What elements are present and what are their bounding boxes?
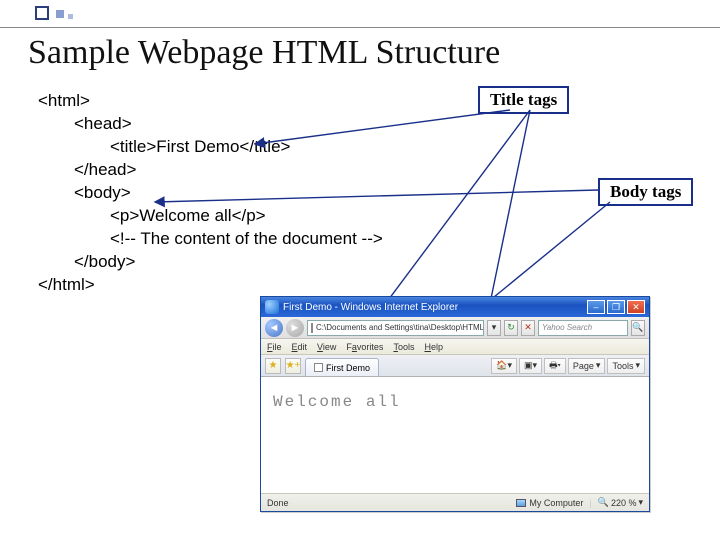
menu-bar: File Edit View Favorites Tools Help — [261, 339, 649, 355]
status-bar: Done My Computer | 🔍 220 % ▾ — [261, 493, 649, 511]
ie-logo-icon — [265, 300, 279, 314]
favorites-star-button[interactable]: ★ — [265, 358, 281, 374]
search-input[interactable]: Yahoo Search — [538, 320, 628, 336]
address-input[interactable]: C:\Documents and Settings\tina\Desktop\H… — [307, 320, 484, 336]
back-button[interactable]: ◄ — [265, 319, 283, 337]
slide-title: Sample Webpage HTML Structure — [28, 34, 720, 72]
security-zone[interactable]: My Computer — [516, 498, 583, 508]
address-text: C:\Documents and Settings\tina\Desktop\H… — [316, 323, 484, 332]
zoom-value: 220 % — [611, 498, 637, 508]
code-line: </head> — [74, 159, 383, 182]
add-favorites-button[interactable]: ★+ — [285, 358, 301, 374]
search-go-button[interactable]: 🔍 — [631, 320, 645, 336]
browser-titlebar[interactable]: First Demo - Windows Internet Explorer –… — [261, 297, 649, 317]
menu-help[interactable]: Help — [424, 342, 443, 352]
window-title: First Demo - Windows Internet Explorer — [283, 302, 458, 313]
stop-button[interactable]: ✕ — [521, 320, 535, 336]
maximize-button[interactable]: ❐ — [607, 300, 625, 314]
print-button[interactable]: 🖶▾ — [544, 358, 566, 374]
page-menu-label: Page — [573, 361, 594, 371]
page-menu-button[interactable]: Page ▾ — [568, 358, 606, 374]
code-line: <title>First Demo</title> — [110, 136, 383, 159]
browser-tab[interactable]: First Demo — [305, 358, 379, 376]
minimize-button[interactable]: – — [587, 300, 605, 314]
address-toolbar: ◄ ► C:\Documents and Settings\tina\Deskt… — [261, 317, 649, 339]
zoom-control[interactable]: 🔍 220 % ▾ — [598, 497, 643, 508]
code-line: <!-- The content of the document --> — [110, 228, 383, 251]
feeds-button[interactable]: ▣▾ — [519, 358, 542, 374]
chevron-down-icon: ▾ — [638, 497, 643, 508]
code-line: </html> — [38, 274, 383, 297]
code-line: <html> — [38, 90, 383, 113]
code-line: </body> — [74, 251, 383, 274]
close-button[interactable]: ✕ — [627, 300, 645, 314]
code-line: <p>Welcome all</p> — [110, 205, 383, 228]
tab-label: First Demo — [326, 363, 370, 373]
search-placeholder: Yahoo Search — [542, 323, 592, 332]
home-button[interactable]: 🏠▾ — [491, 358, 517, 374]
code-line: <head> — [74, 113, 383, 136]
decoration-square-small — [68, 14, 73, 19]
forward-button[interactable]: ► — [286, 319, 304, 337]
slide-top-border — [0, 0, 720, 28]
zone-label: My Computer — [529, 498, 583, 508]
zoom-icon: 🔍 — [598, 497, 609, 508]
menu-view[interactable]: View — [317, 342, 336, 352]
page-icon — [311, 323, 313, 333]
refresh-button[interactable]: ↻ — [504, 320, 518, 336]
computer-icon — [516, 499, 526, 507]
menu-tools[interactable]: Tools — [393, 342, 414, 352]
menu-favorites[interactable]: Favorites — [346, 342, 383, 352]
tools-menu-button[interactable]: Tools ▾ — [607, 358, 645, 374]
callout-body-tags: Body tags — [598, 178, 693, 206]
menu-file[interactable]: File — [267, 342, 282, 352]
tab-bar: ★ ★+ First Demo 🏠▾ ▣▾ 🖶▾ Page ▾ Tools ▾ — [261, 355, 649, 377]
decoration-square-solid — [56, 10, 64, 18]
browser-window: First Demo - Windows Internet Explorer –… — [260, 296, 650, 512]
tools-menu-label: Tools — [612, 361, 633, 371]
code-line: <body> — [74, 182, 383, 205]
page-body-text: Welcome all — [273, 393, 401, 411]
status-text: Done — [267, 498, 289, 508]
decoration-square-outline — [35, 6, 49, 20]
address-dropdown[interactable]: ▾ — [487, 320, 501, 336]
page-icon — [314, 363, 323, 372]
code-sample: <html> <head> <title>First Demo</title> … — [38, 90, 383, 296]
callout-title-tags: Title tags — [478, 86, 569, 114]
browser-viewport: Welcome all — [261, 377, 649, 493]
menu-edit[interactable]: Edit — [292, 342, 308, 352]
